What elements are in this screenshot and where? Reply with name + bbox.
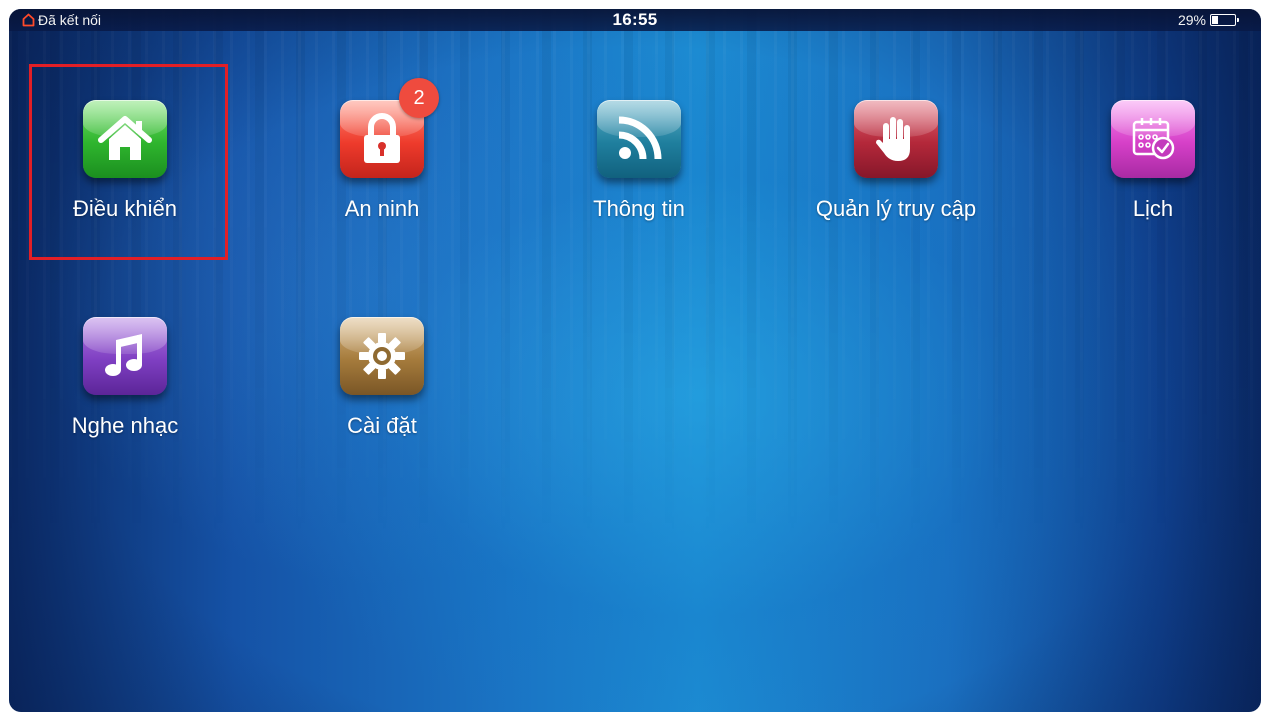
app-label: Quản lý truy cập: [815, 196, 977, 221]
status-bar: Đã kết nối 16:55 29%: [9, 9, 1261, 31]
calendar-icon: [1132, 118, 1175, 160]
app-an-ninh[interactable]: 2 An ninh: [292, 78, 472, 222]
hand-icon: [876, 117, 910, 161]
battery-status: 29%: [1177, 12, 1239, 28]
app-label: Nghe nhạc: [71, 413, 179, 438]
app-label: Cài đặt: [347, 413, 417, 438]
app-nghe-nhac[interactable]: Nghe nhạc: [35, 317, 215, 439]
battery-icon: [1210, 14, 1239, 26]
app-icon-tile: [340, 317, 424, 395]
gear-icon: [359, 333, 405, 379]
app-icon-tile: [597, 100, 681, 178]
app-cai-dat[interactable]: Cài đặt: [292, 317, 472, 439]
app-lich[interactable]: Lịch: [1063, 100, 1243, 222]
app-label: An ninh: [344, 196, 420, 221]
battery-level-fill: [1212, 16, 1218, 24]
app-icon-tile: [1111, 100, 1195, 178]
app-thong-tin[interactable]: Thông tin: [549, 100, 729, 222]
battery-percentage: 29%: [1177, 12, 1206, 28]
lock-icon: [364, 113, 400, 163]
app-icon-tile: [83, 317, 167, 395]
music-note-icon: [105, 334, 142, 376]
app-label: Lịch: [1132, 196, 1174, 221]
rss-icon: [618, 116, 662, 160]
app-quan-ly-truy-cap[interactable]: Quản lý truy cập: [806, 100, 986, 222]
app-icon-tile: [854, 100, 938, 178]
app-label: Thông tin: [593, 196, 685, 221]
notification-badge: 2: [399, 78, 439, 118]
selection-highlight: [29, 64, 228, 260]
clock: 16:55: [612, 10, 658, 29]
